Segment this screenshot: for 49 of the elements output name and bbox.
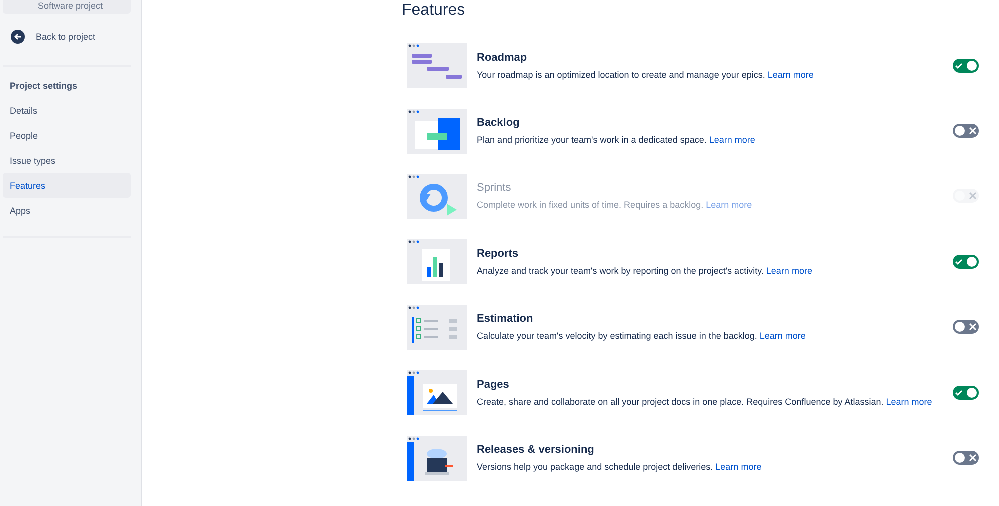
sidebar-item[interactable]: Details xyxy=(3,98,131,123)
feature-toggle[interactable] xyxy=(953,451,979,466)
feature-toggle[interactable] xyxy=(953,58,979,73)
sidebar-item[interactable]: Features xyxy=(3,173,131,198)
feature-toggle[interactable] xyxy=(953,320,979,334)
close-icon xyxy=(969,454,977,462)
feature-description: Create, share and collaborate on all your project docs in one place. Requires Confluence by Atlassian. Learn more xyxy=(477,396,934,407)
learn-more-link[interactable]: Learn more xyxy=(766,266,812,276)
check-icon xyxy=(955,62,963,70)
feature-title: Pages xyxy=(477,378,510,391)
close-icon xyxy=(969,192,977,200)
feature-title: Sprints xyxy=(477,182,512,194)
sidebar-item[interactable]: Issue types xyxy=(3,148,131,173)
feature-title: Reports xyxy=(477,248,520,260)
sidebar-item[interactable]: Apps xyxy=(3,198,131,223)
close-icon xyxy=(969,323,977,332)
feature-title: Estimation xyxy=(477,313,534,326)
close-icon xyxy=(969,127,977,136)
feature-toggle[interactable] xyxy=(953,124,979,138)
learn-more-link[interactable]: Learn more xyxy=(760,331,806,342)
learn-more-link[interactable]: Learn more xyxy=(886,396,932,407)
learn-more-link[interactable]: Learn more xyxy=(768,70,814,80)
document-drawing xyxy=(407,370,467,416)
bar-chart-drawing xyxy=(407,239,467,284)
feature-description: Your roadmap is an optimized location to create and manage your epics. Learn more xyxy=(477,70,815,80)
project-name[interactable]: Software project xyxy=(3,0,131,14)
checklist-drawing xyxy=(407,304,467,350)
section-heading: Project settings xyxy=(9,80,79,93)
feature-description: Analyze and track your team's work by reporting on the project's activity. Learn more xyxy=(477,266,814,276)
laptop-drawing xyxy=(407,436,467,481)
feature-description: Plan and prioritize your team's work in a dedicated space. Learn more xyxy=(477,135,756,146)
feature-toggle[interactable] xyxy=(953,386,979,400)
learn-more-link[interactable]: Learn more xyxy=(709,135,756,146)
sidebar-item[interactable]: People xyxy=(3,123,131,148)
feature-description: Calculate your team's velocity by estimating each issue in the backlog. Learn more xyxy=(477,331,807,342)
learn-more-link[interactable]: Learn more xyxy=(716,462,762,472)
page-title: Features xyxy=(402,1,466,21)
back-link[interactable]: Back to project xyxy=(3,25,131,49)
feature-description: Versions help you package and schedule project deliveries. Learn more xyxy=(477,462,763,472)
board-drawing xyxy=(407,108,467,154)
feature-title: Roadmap xyxy=(477,52,528,64)
feature-title: Releases & versioning xyxy=(477,444,596,456)
feature-toggle[interactable] xyxy=(953,254,979,269)
timeline-drawing xyxy=(407,43,467,88)
feature-title: Backlog xyxy=(477,117,521,130)
check-icon xyxy=(955,388,963,397)
cycle-arrow-drawing xyxy=(407,174,467,219)
check-icon xyxy=(955,258,963,266)
feature-description: Complete work in fixed units of time. Requires a backlog. Learn more xyxy=(477,200,754,210)
